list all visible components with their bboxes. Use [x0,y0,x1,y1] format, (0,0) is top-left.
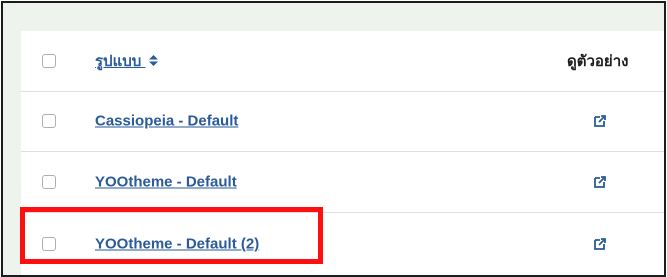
row-title-cell: YOOtheme - Default (2) [95,236,259,253]
row-checkbox[interactable] [42,237,56,251]
style-title-link[interactable]: YOOtheme - Default [95,173,237,190]
sort-icon [149,55,159,69]
preview-column-header: ดูตัวอย่าง [567,53,629,70]
external-link-icon[interactable] [593,175,607,189]
table-frame: รูปแบบ ดูตัวอย่าง Cassiopeia - Default Y… [1,1,666,277]
row-title-cell: YOOtheme - Default [95,173,237,190]
external-link-icon[interactable] [593,114,607,128]
external-link-icon[interactable] [593,237,607,251]
style-title-link[interactable]: YOOtheme - Default (2) [95,236,259,253]
style-title-link[interactable]: Cassiopeia - Default [95,113,238,130]
table-row: YOOtheme - Default [21,151,664,213]
title-column-header[interactable]: รูปแบบ [95,49,159,73]
row-title-cell: Cassiopeia - Default [95,113,238,130]
select-all-checkbox[interactable] [42,54,56,68]
row-checkbox[interactable] [42,174,56,189]
table-row: Cassiopeia - Default [21,91,664,152]
title-column-label: รูปแบบ [95,53,142,70]
styles-table: รูปแบบ ดูตัวอย่าง Cassiopeia - Default Y… [21,31,664,275]
table-row: YOOtheme - Default (2) [21,212,664,275]
table-header-row: รูปแบบ ดูตัวอย่าง [21,31,664,92]
row-checkbox[interactable] [42,114,56,128]
